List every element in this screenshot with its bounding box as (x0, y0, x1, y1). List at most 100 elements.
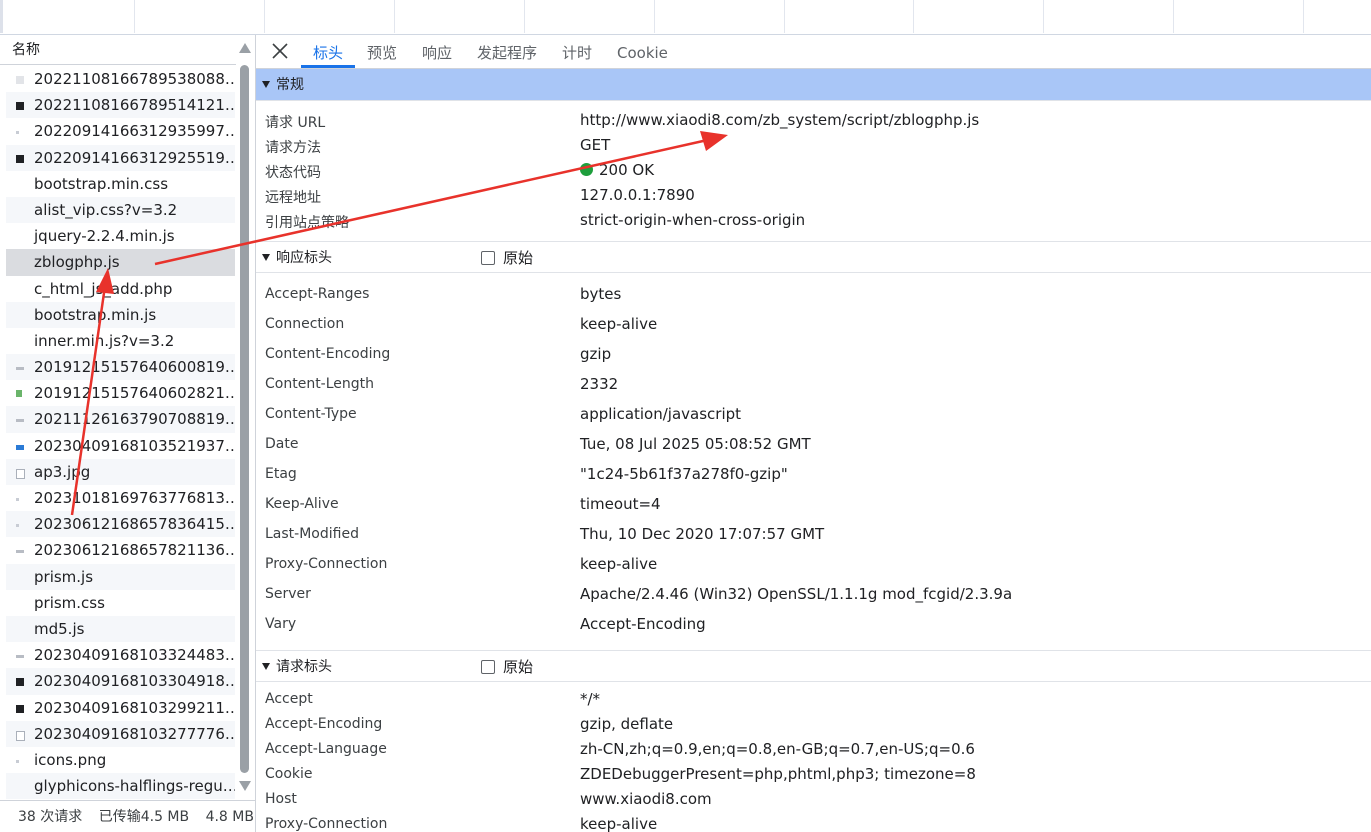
request-name: 20230409168103324483… (34, 646, 235, 665)
request-row[interactable]: 20220914166312925519… (6, 144, 235, 171)
timeline-overview[interactable] (0, 0, 1371, 35)
scroll-up-arrow-icon[interactable] (239, 43, 251, 53)
header-value: application/javascript (580, 405, 742, 423)
file-thumbnail-icon (16, 154, 24, 163)
request-name: md5.js (34, 619, 85, 638)
detail-tabbar: 标头 预览 响应 发起程序 计时 Cookie (256, 35, 1371, 69)
header-value: gzip, deflate (580, 715, 674, 733)
file-thumbnail-icon (16, 759, 19, 763)
request-row[interactable]: md5.js (6, 615, 235, 643)
request-name: 20220914166312935997… (34, 122, 235, 141)
header-key: 远程地址 (265, 190, 321, 206)
request-row[interactable]: 20230612168657836415… (6, 511, 235, 538)
header-value: Tue, 08 Jul 2025 05:08:52 GMT (580, 435, 811, 453)
collapse-triangle-icon (262, 254, 270, 261)
request-row[interactable]: prism.js (6, 563, 235, 590)
tab-preview[interactable]: 预览 (367, 35, 397, 68)
file-thumbnail-icon (16, 390, 22, 398)
header-key: 状态代码 (265, 165, 321, 181)
timeline-gridline (1173, 0, 1174, 33)
request-name: prism.css (34, 593, 105, 612)
request-name: 20220914166312925519… (34, 148, 235, 167)
tab-initiator[interactable]: 发起程序 (477, 35, 537, 68)
file-thumbnail-icon (16, 468, 25, 479)
file-thumbnail-icon (16, 678, 24, 687)
request-row[interactable]: 20191215157640602821… (6, 380, 235, 406)
request-row[interactable]: 20221108166789514121… (6, 92, 235, 119)
tab-response[interactable]: 响应 (422, 35, 452, 68)
request-row[interactable]: icons.png (6, 747, 235, 773)
raw-checkbox[interactable] (481, 660, 495, 674)
request-name: bootstrap.min.js (34, 305, 157, 324)
header-key: Keep-Alive (265, 496, 339, 512)
response-raw-toggle[interactable]: 原始 (481, 242, 533, 274)
request-name: 20191215157640602821… (34, 384, 235, 403)
request-row[interactable]: ap3.jpg (6, 458, 235, 485)
timeline-marker (0, 0, 3, 33)
request-row[interactable]: 20221108166789538088… (6, 66, 235, 92)
collapse-triangle-icon (262, 81, 270, 88)
header-key: Accept (265, 691, 313, 707)
request-row[interactable]: 20230612168657821136… (6, 537, 235, 563)
request-name: icons.png (34, 750, 107, 769)
request-raw-toggle[interactable]: 原始 (481, 651, 533, 683)
timeline-gridline (264, 0, 265, 33)
request-row[interactable]: jquery-2.2.4.min.js (6, 223, 235, 249)
transferred-size: 已传输4.5 MB (98, 809, 190, 825)
request-row[interactable]: 20230409168103324483… (6, 642, 235, 668)
list-scrollbar[interactable] (238, 43, 251, 803)
request-row[interactable]: 20230409168103521937… (6, 433, 235, 459)
request-row[interactable]: bootstrap.min.css (6, 171, 235, 197)
tab-headers[interactable]: 标头 (301, 35, 356, 68)
request-row[interactable]: 20191215157640600819… (6, 354, 235, 381)
header-key: 引用站点策略 (265, 215, 349, 231)
header-key: Content-Encoding (265, 346, 391, 362)
name-column-header[interactable]: 名称 (0, 35, 236, 65)
tab-timing[interactable]: 计时 (562, 35, 592, 68)
request-row[interactable]: alist_vip.css?v=3.2 (6, 196, 235, 224)
file-thumbnail-icon (16, 655, 24, 659)
header-key: Proxy-Connection (265, 556, 388, 572)
file-thumbnail-icon (16, 550, 24, 554)
timeline-gridline (1303, 0, 1304, 33)
header-value: keep-alive (580, 815, 658, 832)
request-name: 20230409168103277776… (34, 724, 235, 743)
request-row[interactable]: 20230409168103277776… (6, 720, 235, 747)
general-section-header[interactable]: 常规 (256, 69, 1371, 101)
file-thumbnail-icon (16, 730, 25, 741)
request-row[interactable]: glyphicons-halflings-regu… (6, 773, 235, 800)
request-name: bootstrap.min.css (34, 174, 169, 193)
header-key: Last-Modified (265, 526, 359, 542)
header-value: keep-alive (580, 315, 658, 333)
timeline-gridline (654, 0, 655, 33)
timeline-gridline (524, 0, 525, 33)
header-value: */* (580, 690, 601, 708)
request-name: 20230612168657836415… (34, 515, 235, 534)
tab-cookies[interactable]: Cookie (617, 35, 668, 68)
header-key: 请求 URL (265, 115, 326, 131)
request-list-panel: 名称 20221108166789538088… 2022110816678951… (0, 35, 256, 832)
raw-checkbox[interactable] (481, 251, 495, 265)
request-name: 20211126163790708819… (34, 410, 235, 429)
response-headers-section-header[interactable]: 响应标头 原始 (256, 241, 1371, 273)
request-row[interactable]: 20211126163790708819… (6, 406, 235, 433)
request-row[interactable]: zblogphp.js (6, 249, 235, 276)
request-name: c_html_js_add.php (34, 279, 173, 298)
request-row[interactable]: bootstrap.min.js (6, 301, 235, 328)
header-key: Host (265, 791, 297, 807)
scroll-down-arrow-icon[interactable] (239, 781, 251, 791)
request-name: glyphicons-halflings-regu… (34, 777, 235, 796)
request-row[interactable]: c_html_js_add.php (6, 276, 235, 302)
scroll-thumb[interactable] (240, 65, 249, 773)
close-icon[interactable] (270, 41, 290, 61)
request-row[interactable]: 20220914166312935997… (6, 118, 235, 144)
request-row[interactable]: prism.css (6, 590, 235, 616)
request-row[interactable]: 20230409168103299211… (6, 695, 235, 721)
request-row[interactable]: 20231018169763776813… (6, 485, 235, 511)
request-headers-section-header[interactable]: 请求标头 原始 (256, 650, 1371, 682)
header-key: Connection (265, 316, 345, 332)
request-row[interactable]: 20230409168103304918… (6, 668, 235, 695)
header-key: Proxy-Connection (265, 816, 388, 832)
request-row[interactable]: inner.min.js?v=3.2 (6, 328, 235, 354)
header-key: Server (265, 586, 311, 602)
